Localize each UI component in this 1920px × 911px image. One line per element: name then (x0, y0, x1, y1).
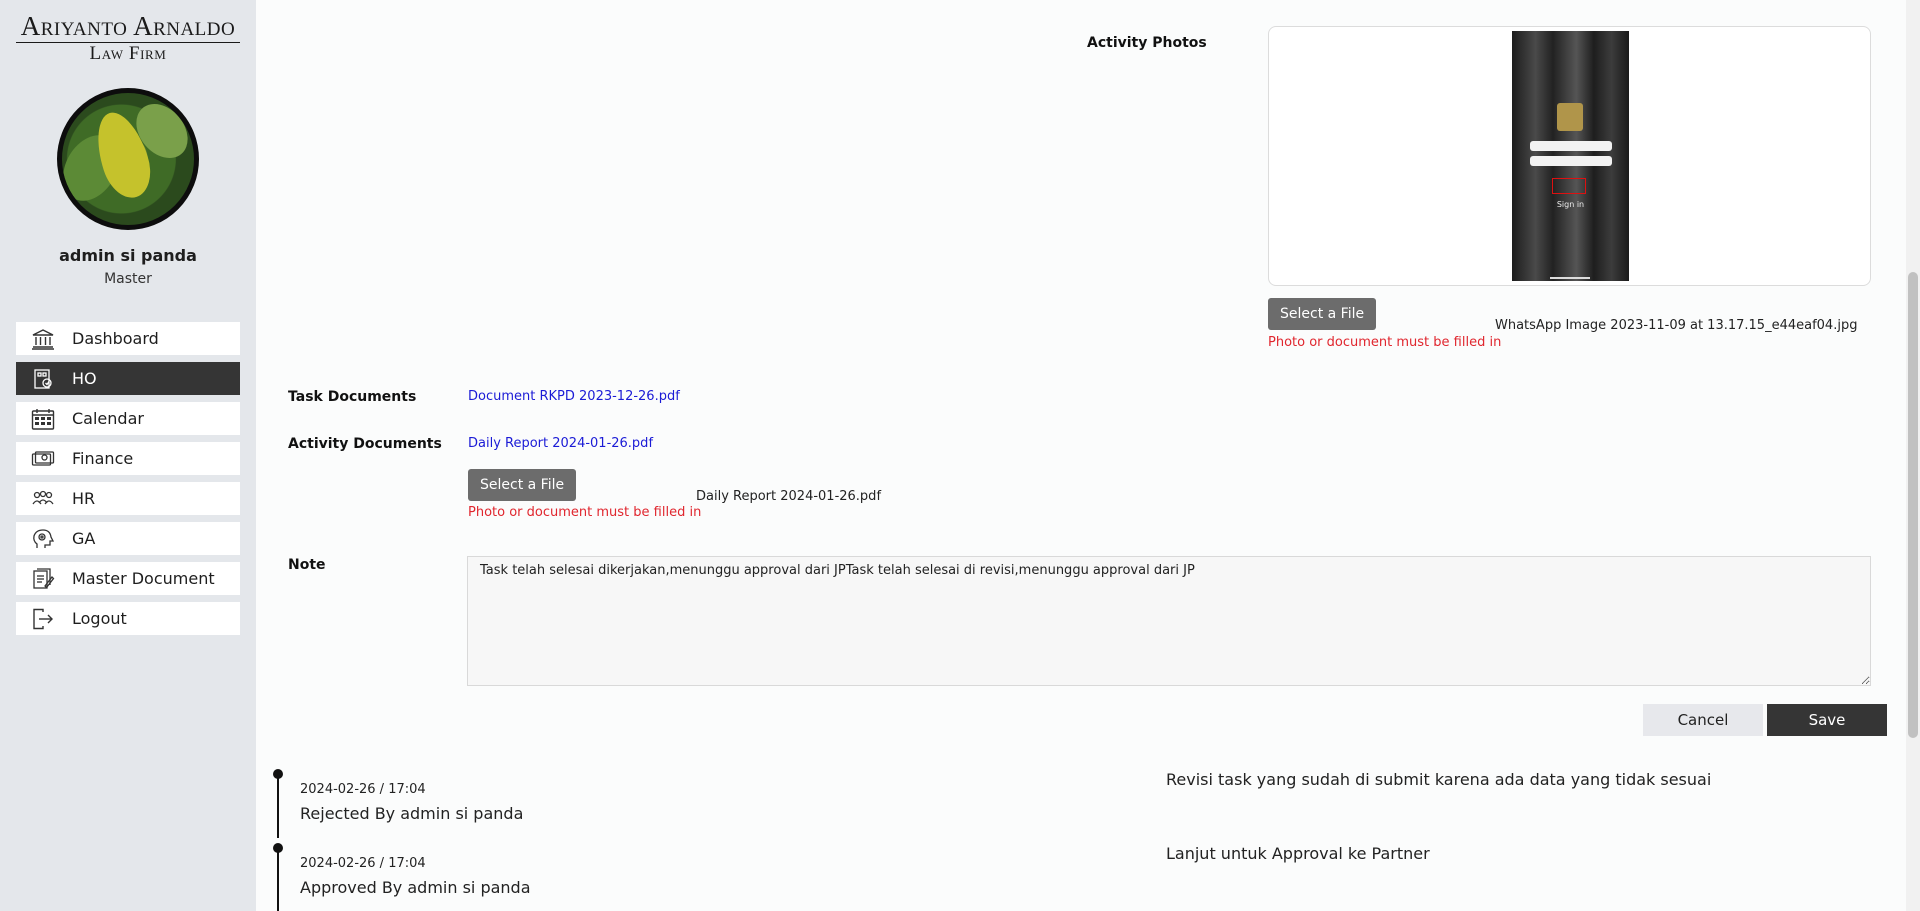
user-role: Master (104, 271, 152, 287)
timeline-note: Lanjut untuk Approval ke Partner (1166, 844, 1430, 863)
money-icon (30, 448, 56, 470)
document-file-name: Daily Report 2024-01-26.pdf (696, 489, 882, 504)
logo-line-1: Ariyanto Arnaldo (20, 11, 236, 41)
sidebar-item-finance[interactable]: Finance (16, 442, 240, 475)
timeline-line (277, 848, 279, 911)
timeline-date: 2024-02-26 / 17:04 (300, 782, 426, 797)
logo-line-2: Law Firm (89, 43, 167, 64)
activity-document-link[interactable]: Daily Report 2024-01-26.pdf (468, 436, 653, 451)
sidebar-item-label: Calendar (72, 409, 144, 428)
sidebar-item-label: HO (72, 369, 97, 388)
cancel-button[interactable]: Cancel (1643, 704, 1763, 736)
calendar-icon (30, 408, 56, 430)
timeline-status: Rejected By admin si panda (300, 804, 524, 823)
sidebar-menu: Dashboard HO Calendar Finance HR GA Mast… (16, 322, 240, 642)
people-icon (30, 488, 56, 510)
select-document-button[interactable]: Select a File (468, 469, 577, 501)
sidebar-item-calendar[interactable]: Calendar (16, 402, 240, 435)
note-label: Note (288, 557, 326, 573)
timeline-line (277, 774, 279, 838)
sidebar-item-label: Logout (72, 609, 127, 628)
sidebar-item-label: Master Document (72, 569, 215, 588)
timeline-date: 2024-02-26 / 17:04 (300, 856, 426, 871)
scrollbar-thumb[interactable] (1908, 272, 1918, 738)
sidebar-item-label: GA (72, 529, 96, 548)
office-icon (30, 368, 56, 390)
activity-photos-label: Activity Photos (1087, 35, 1207, 51)
sidebar: Ariyanto Arnaldo Law Firm admin si panda… (0, 0, 256, 911)
document-error-message: Photo or document must be filled in (468, 505, 702, 520)
sidebar-item-dashboard[interactable]: Dashboard (16, 322, 240, 355)
sidebar-item-ho[interactable]: HO (16, 362, 240, 395)
sidebar-item-label: Finance (72, 449, 134, 468)
page-scrollbar[interactable] (1906, 0, 1920, 911)
timeline-dot (273, 843, 283, 853)
select-photo-button[interactable]: Select a File (1268, 298, 1377, 330)
activity-photo-preview: Sign in (1268, 26, 1871, 286)
avatar (57, 88, 199, 230)
sidebar-item-ga[interactable]: GA (16, 522, 240, 555)
logout-icon (30, 608, 56, 630)
timeline-dot (273, 769, 283, 779)
photo-error-message: Photo or document must be filled in (1268, 335, 1502, 350)
sidebar-item-label: HR (72, 489, 96, 508)
task-document-link[interactable]: Document RKPD 2023-12-26.pdf (468, 389, 680, 404)
photo-thumbnail-text: Sign in (1556, 200, 1585, 209)
activity-documents-label: Activity Documents (288, 436, 442, 452)
task-documents-label: Task Documents (288, 389, 417, 405)
bank-icon (30, 328, 56, 350)
sidebar-item-label: Dashboard (72, 329, 159, 348)
sidebar-item-logout[interactable]: Logout (16, 602, 240, 635)
timeline-note: Revisi task yang sudah di submit karena … (1166, 770, 1712, 789)
photo-thumbnail: Sign in (1512, 31, 1629, 281)
firm-logo: Ariyanto Arnaldo Law Firm (16, 12, 240, 64)
sidebar-item-master-document[interactable]: Master Document (16, 562, 240, 595)
documents-icon (30, 567, 56, 590)
note-textarea[interactable]: Task telah selesai dikerjakan,menunggu a… (467, 556, 1871, 686)
timeline-status: Approved By admin si panda (300, 878, 531, 897)
user-name: admin si panda (59, 246, 197, 265)
sidebar-item-hr[interactable]: HR (16, 482, 240, 515)
save-button[interactable]: Save (1767, 704, 1887, 736)
head-gear-icon (30, 528, 56, 550)
photo-file-name: WhatsApp Image 2023-11-09 at 13.17.15_e4… (1495, 318, 1858, 333)
